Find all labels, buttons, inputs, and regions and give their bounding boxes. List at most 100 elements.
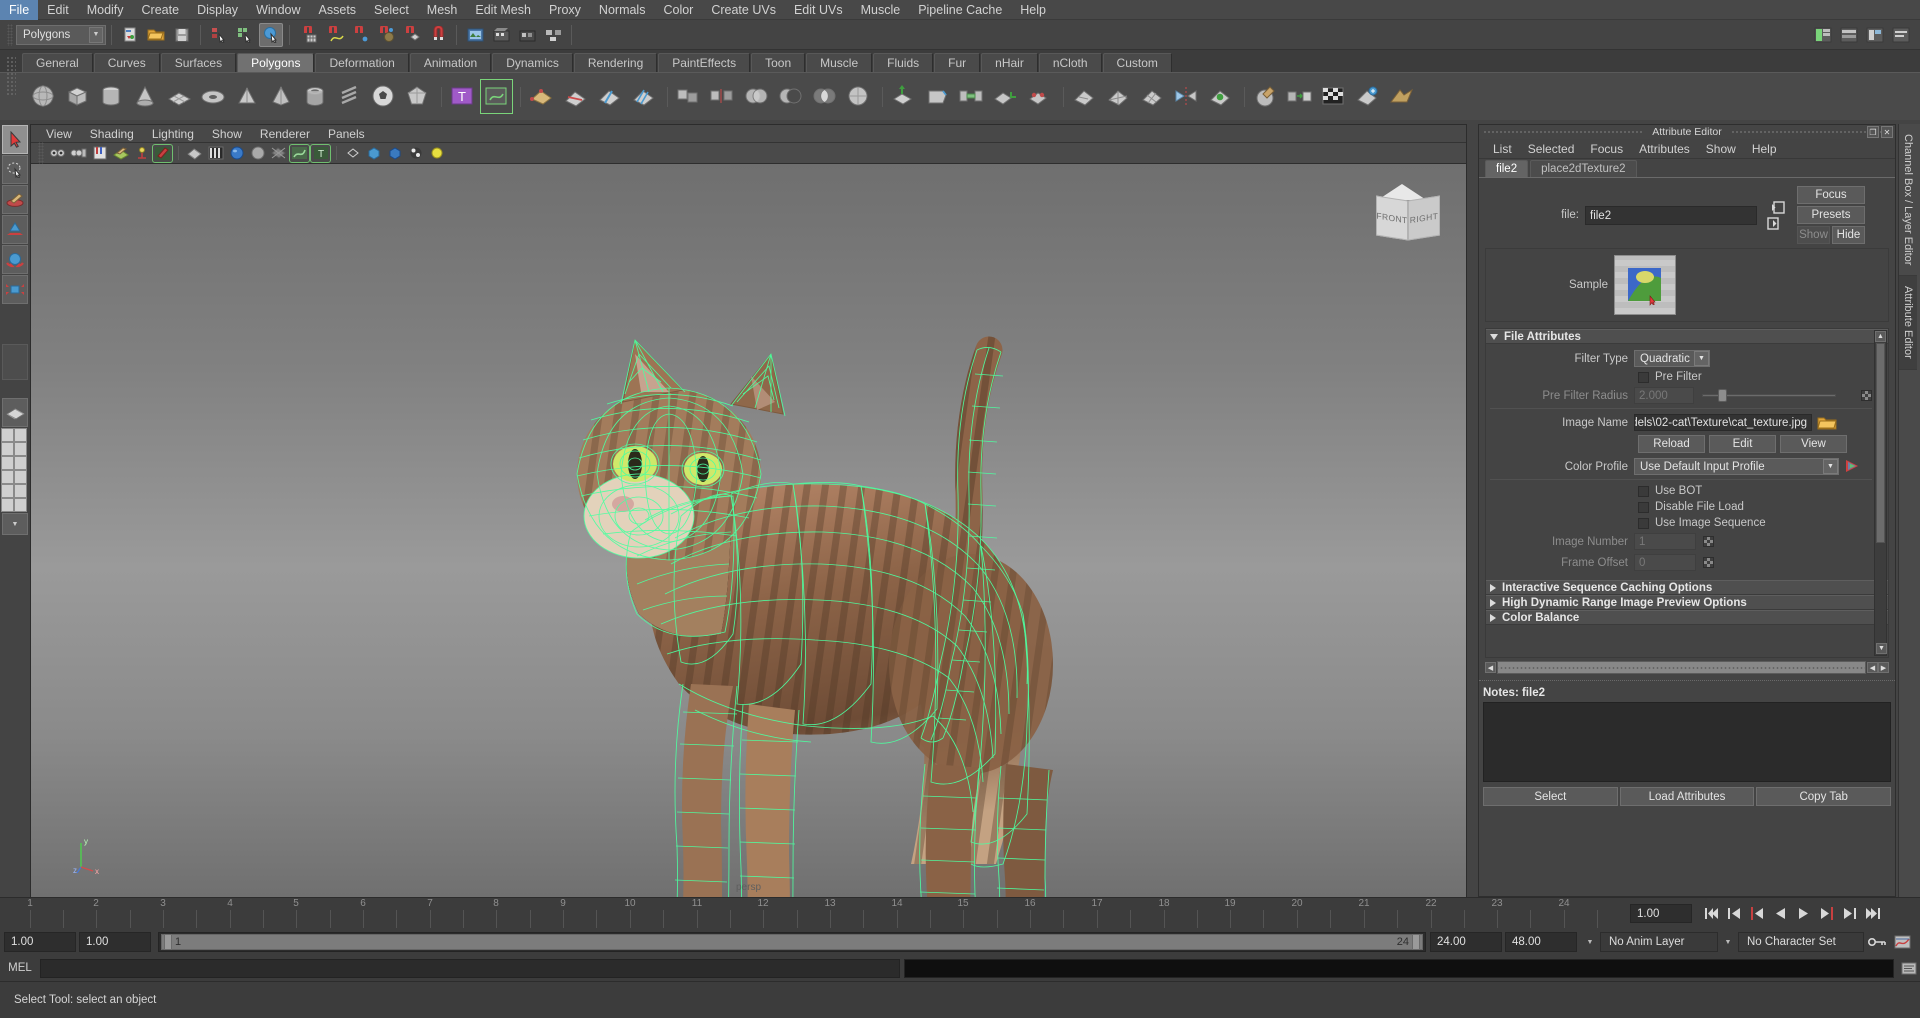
polygon-platonic-icon[interactable] [402,80,433,113]
play-backwards-icon[interactable] [1770,904,1791,924]
isolate-select-icon[interactable] [343,145,362,162]
snap-to-view-plane-icon[interactable] [400,23,424,47]
ae-menu-attributes[interactable]: Attributes [1631,141,1698,157]
browse-folder-icon[interactable] [1817,415,1837,430]
menu-set-selector[interactable]: Polygons ▼ [16,24,106,45]
polygon-svg-icon[interactable] [480,79,513,114]
shelf-tab-rendering[interactable]: Rendering [573,53,658,72]
reload-button[interactable]: Reload [1638,435,1705,453]
step-forward-frame-icon[interactable] [1816,904,1837,924]
bevel-icon[interactable] [922,80,953,113]
sculpt-geometry-icon[interactable] [1250,80,1281,113]
shelf-drag-handle[interactable] [2,52,20,118]
shelf-tab-deformation[interactable]: Deformation [315,53,409,72]
shelf-tab-general[interactable]: General [22,53,93,72]
select-by-hierarchy-icon[interactable] [207,23,231,47]
new-scene-icon[interactable] [118,23,142,47]
pre-filter-radius-slider-handle[interactable] [1718,389,1727,402]
polygon-sphere-icon[interactable] [28,80,59,113]
focus-button[interactable]: Focus [1797,186,1865,204]
command-input-field[interactable] [40,958,900,978]
offset-edge-loop-icon[interactable] [628,80,659,113]
shelf-tab-polygons[interactable]: Polygons [237,53,315,72]
menu-item-display[interactable]: Display [188,0,247,20]
smooth-shade-icon[interactable] [206,145,225,162]
menu-item-assets[interactable]: Assets [310,0,366,20]
play-forwards-icon[interactable] [1793,904,1814,924]
attribute-scrollbar-horizontal[interactable]: ◀ ◀ ▶ [1485,660,1889,675]
image-plane-icon[interactable] [111,145,130,162]
dock-tab-attribute-editor[interactable]: Attribute Editor [1899,276,1917,371]
shelf-tab-surfaces[interactable]: Surfaces [160,53,237,72]
ae-tab-file2[interactable]: file2 [1485,160,1529,177]
film-gate-icon[interactable] [385,145,404,162]
use-bot-checkbox[interactable] [1638,485,1649,497]
viewport-menu-renderer[interactable]: Renderer [251,126,319,142]
auto-key-icon[interactable] [1864,936,1890,948]
hide-button[interactable]: Hide [1832,226,1865,244]
viewport-icons-gripper[interactable] [38,142,44,164]
shelf-tab-muscle[interactable]: Muscle [806,53,873,72]
layout-persp-uv-group[interactable] [1,498,29,512]
camera-attributes-icon[interactable] [69,145,88,162]
snap-to-grid-icon[interactable] [296,23,320,47]
scroll-page-left-icon[interactable]: ◀ [1867,662,1878,673]
ipr-render-icon[interactable] [489,23,513,47]
extrude-icon[interactable] [888,80,919,113]
go-to-input-icon[interactable] [1767,200,1785,214]
transfer-attributes-icon[interactable] [1284,80,1315,113]
shelf-tab-curves[interactable]: Curves [93,53,160,72]
range-start-handle[interactable] [164,934,172,950]
scroll-left-icon[interactable]: ◀ [1485,662,1496,673]
image-number-map-button[interactable] [1703,536,1714,547]
scroll-page-right-icon[interactable]: ▶ [1878,662,1889,673]
show-channel-box-icon[interactable] [1811,23,1835,47]
bridge-icon[interactable] [956,80,987,113]
chevron-down-icon[interactable]: ▼ [1722,936,1734,948]
time-slider-ticks[interactable]: 1 2 3 4 5 6 7 8 9 10 11 12 13 14 15 16 1… [0,898,1630,930]
polygon-cube-icon[interactable] [62,80,93,113]
ae-tab-place2dtexture2[interactable]: place2dTexture2 [1530,160,1637,177]
select-camera-icon[interactable] [48,145,67,162]
statusline-gripper[interactable] [7,23,13,46]
open-scene-icon[interactable] [144,23,168,47]
filter-type-select[interactable]: Quadratic ▼ [1634,350,1710,367]
menu-item-modify[interactable]: Modify [78,0,133,20]
layout-outliner-icon[interactable] [1,456,14,470]
separate-icon[interactable] [707,80,738,113]
scroll-up-icon[interactable]: ▲ [1875,331,1886,342]
layout-hypershade-persp-group[interactable] [1,484,29,498]
step-back-keyframe-icon[interactable] [1724,904,1745,924]
command-language-label[interactable]: MEL [0,962,40,974]
layout-dope-sheet-icon[interactable] [14,498,27,512]
node-name-field[interactable]: file2 [1585,205,1757,225]
presets-button[interactable]: Presets [1797,206,1865,224]
go-to-output-icon[interactable] [1767,216,1785,230]
layout-quad-bottomleft-icon[interactable] [1,442,14,456]
show-layer-editor-icon[interactable] [1837,23,1861,47]
resolution-gate-icon[interactable] [406,145,425,162]
interactive-split-icon[interactable] [560,80,591,113]
show-tool-settings-icon[interactable] [1889,23,1913,47]
view-cube-front-face[interactable]: FRONT [1376,195,1408,241]
combine-icon[interactable] [673,80,704,113]
menu-item-edit-uvs[interactable]: Edit UVs [785,0,852,20]
snap-to-point-icon[interactable] [348,23,372,47]
polygon-pyramid-icon[interactable] [266,80,297,113]
shelf-tab-fluids[interactable]: Fluids [873,53,934,72]
rotate-tool-button[interactable] [2,245,28,274]
image-name-field[interactable]: at-models\02-cat\Texture\cat_texture.jpg [1634,414,1812,431]
go-to-end-icon[interactable] [1862,904,1883,924]
scroll-thumb-horizontal[interactable] [1497,661,1866,674]
shadows-icon[interactable] [152,143,173,163]
playback-end-time-field[interactable]: 24.00 [1430,932,1502,952]
dock-tab-channel-box-layer-editor[interactable]: Channel Box / Layer Editor [1899,124,1917,277]
menu-item-create-uvs[interactable]: Create UVs [702,0,785,20]
menu-item-color[interactable]: Color [654,0,702,20]
polygon-prism-icon[interactable] [232,80,263,113]
command-output-field[interactable] [904,958,1894,978]
layout-hypershade-icon[interactable] [1,484,14,498]
section-file-attributes[interactable]: File Attributes [1486,329,1888,344]
menu-item-window[interactable]: Window [247,0,309,20]
magnet-icon[interactable] [426,23,450,47]
